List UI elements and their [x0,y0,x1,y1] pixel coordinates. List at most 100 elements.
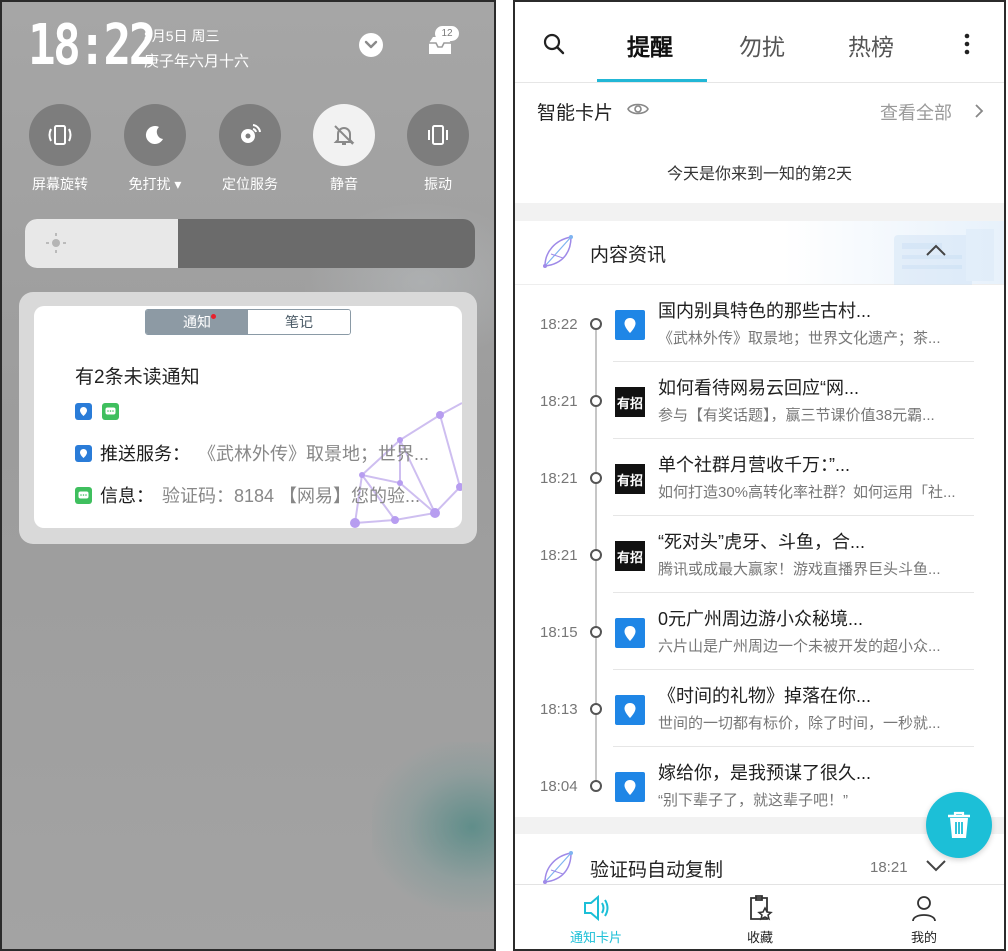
item-time: 18:22 [540,316,578,333]
item-summary: 世间的一切都有标价，除了时间，一秒就... [658,715,941,732]
notification-app-icons [75,403,119,420]
bottom-navigation: 通知卡片 收藏 我的 [515,884,1004,949]
push-service-icon [615,772,645,802]
nav-favorites[interactable]: 收藏 [700,885,820,949]
notification-line-push[interactable]: 推送服务： 《武林外传》取景地；世界... [75,440,429,466]
eye-icon[interactable] [627,101,649,117]
screen: 18:22 8月5日 周三 庚子年六月十六 12 屏幕旋转 免打扰 ▾ 定位服务… [0,0,1008,951]
notes-segmented-control[interactable]: 通知 笔记 [145,309,351,335]
tab-reminders[interactable]: 提醒 [627,28,673,62]
content-list-item[interactable]: 18:22 国内别具特色的那些古村... 《武林外传》取景地；世界文化遗产；茶... [515,296,1004,373]
see-all-link[interactable]: 查看全部 [880,99,952,125]
content-list-item[interactable]: 18:13 《时间的礼物》掉落在你... 世间的一切都有标价，除了时间，一秒就... [515,681,1004,758]
rotate-icon [48,125,72,145]
item-summary: 参与【有奖话题】，赢三节课价值38元霸... [658,407,935,424]
timeline-node [590,395,602,407]
content-list-item[interactable]: 18:21 有招 如何看待网易云回应“网... 参与【有奖话题】，赢三节课价值38元霸… [515,373,1004,450]
item-time: 18:21 [540,547,578,564]
expand-chevron-down-icon[interactable] [925,859,947,873]
push-text: 《武林外传》取景地；世界... [198,444,430,464]
push-service-icon [615,695,645,725]
row-divider [613,669,974,670]
tab-do-not-disturb[interactable]: 勿扰 [739,28,785,62]
unread-dot [211,314,216,319]
qs-mute-circle[interactable] [313,104,375,166]
tab-notes-label: 笔记 [285,314,313,330]
tab-trending[interactable]: 热榜 [848,28,894,62]
qs-mute[interactable]: 静音 [304,104,384,194]
timeline-node [590,472,602,484]
moon-icon [145,126,163,145]
brightness-slider[interactable] [25,219,475,268]
app-icon-text: 有招 [616,550,643,566]
item-summary: 六片山是广州周边一个未被开发的超小众... [658,638,941,655]
chevron-right-icon[interactable] [974,103,984,119]
push-source: 推送服务： [100,444,190,464]
mute-bell-icon [333,125,355,145]
verify-section-time: 18:21 [870,859,908,876]
item-title: 嫁给你，是我预谋了很久... [658,763,872,783]
qs-mute-label: 静音 [330,176,358,192]
timeline-node [590,703,602,715]
qs-dnd[interactable]: 免打扰 ▾ [115,104,195,194]
qs-vibrate-circle[interactable] [407,104,469,166]
row-divider [613,592,974,593]
row-divider [613,361,974,362]
timeline-node [590,780,602,792]
qs-location[interactable]: 定位服务 [210,104,290,194]
push-service-icon [75,444,92,462]
notification-line-message[interactable]: 信息： 验证码：8184 【网易】您的验... [75,482,420,508]
expand-shade-button[interactable] [359,33,383,57]
row-divider [613,515,974,516]
qs-location-circle[interactable] [219,104,281,166]
app-screen: 提醒 勿扰 热榜 智能卡片 查看全部 今天是你来到一知的第2天 内容资讯 18:… [513,0,1006,951]
item-time: 18:04 [540,778,578,795]
more-options-icon[interactable] [963,32,971,56]
verify-leaf-logo-icon [543,851,573,884]
youzhao-app-icon: 有招 [615,541,645,571]
content-list-item[interactable]: 18:21 有招 单个社群月营收千万：”... 如何打造30%高转化率社群？如何运用「… [515,450,1004,527]
nav-profile-label: 我的 [910,930,937,945]
qs-rotate-label: 屏幕旋转 [32,176,88,192]
collapse-chevron-up-icon[interactable] [925,243,947,257]
push-service-icon [75,403,92,420]
search-icon[interactable] [542,32,566,56]
content-list-item[interactable]: 18:15 0元广州周边游小众秘境... 六片山是广州周边一个未被开发的超小众... [515,604,1004,681]
smart-card-title: 智能卡片 [537,103,614,124]
qs-vibrate[interactable]: 振动 [398,104,478,194]
active-tab-indicator [597,79,707,82]
content-section-title: 内容资讯 [590,245,667,266]
app-icon-text: 有招 [616,473,643,489]
sun-icon [46,233,66,253]
section-divider [515,203,1004,221]
nav-notification-cards[interactable]: 通知卡片 [536,885,656,949]
item-summary: 腾讯或成最大赢家！游戏直播界巨头斗鱼... [658,561,941,578]
timeline-node [590,626,602,638]
profile-icon [912,896,936,922]
tab-notes[interactable]: 笔记 [248,310,350,334]
nav-profile[interactable]: 我的 [864,885,984,949]
qs-dnd-circle[interactable] [124,104,186,166]
status-clock: 18:22 [28,13,156,78]
item-title: 0元广州周边游小众秘境... [658,609,864,629]
content-list-item[interactable]: 18:21 有招 “死对头”虎牙、斗鱼，合... 腾讯或成最大赢家！游戏直播界巨头斗鱼… [515,527,1004,604]
message-text: 验证码：8184 【网易】您的验... [162,486,421,506]
item-title: “死对头”虎牙、斗鱼，合... [658,532,865,552]
timeline-node [590,549,602,561]
item-summary: 《武林外传》取景地；世界文化遗产；茶... [658,330,941,347]
item-summary: 如何打造30%高转化率社群？如何运用「社... [658,484,956,501]
clear-all-button[interactable] [926,792,992,858]
notification-card-icon [584,894,609,922]
qs-vibrate-label: 振动 [424,176,452,192]
qs-location-label: 定位服务 [222,176,278,192]
item-time: 18:15 [540,624,578,641]
days-joined-text: 今天是你来到一知的第2天 [667,166,852,183]
qs-rotate-circle[interactable] [29,104,91,166]
chevron-down-icon [364,40,378,49]
messages-icon [102,403,119,420]
item-summary: “别下辈子了，就这辈子吧！” [658,792,848,809]
qs-rotate[interactable]: 屏幕旋转 [20,104,100,194]
tab-notifications[interactable]: 通知 [146,310,248,334]
item-title: 如何看待网易云回应“网... [658,378,859,398]
verify-section-title[interactable]: 验证码自动复制 [590,855,723,882]
